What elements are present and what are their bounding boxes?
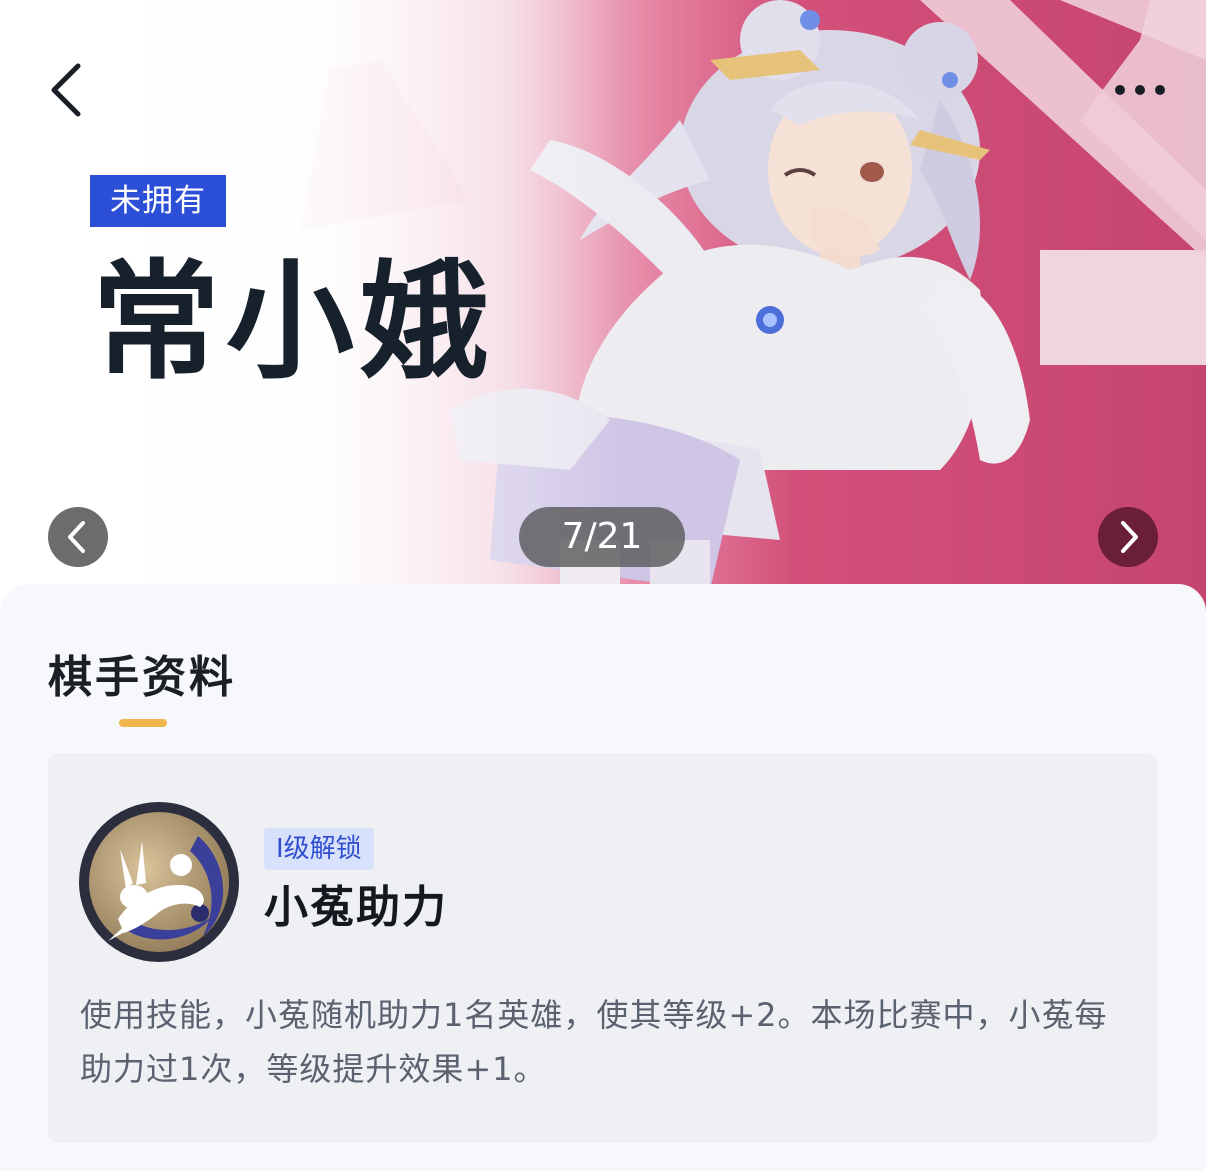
character-detail-page: 未拥有 常小娥 7/21 棋手资料 I级解锁 小菟助力 使用技能，小菟随机助力1… <box>0 0 1206 1171</box>
more-options-button[interactable] <box>1108 74 1172 106</box>
unlock-level-tag: I级解锁 <box>264 828 374 870</box>
page-indicator: 7/21 <box>519 507 685 567</box>
chevron-left-icon <box>68 521 85 553</box>
previous-character-button[interactable] <box>48 507 108 567</box>
next-character-button[interactable] <box>1098 507 1158 567</box>
chevron-left-icon <box>51 63 81 117</box>
skill-icon-container <box>78 801 240 963</box>
rabbit-icon <box>79 802 239 962</box>
back-button[interactable] <box>42 58 98 122</box>
section-title-underline <box>119 719 167 727</box>
skill-description: 使用技能，小菟随机助力1名英雄，使其等级+2。本场比赛中，小菟每助力过1次，等级… <box>80 996 1108 1088</box>
section-title: 棋手资料 <box>48 652 236 703</box>
character-name: 常小娥 <box>92 248 495 397</box>
skill-name: 小菟助力 <box>264 882 448 933</box>
owned-status-badge: 未拥有 <box>90 175 226 227</box>
chevron-right-icon <box>1121 521 1138 553</box>
more-horizontal-icon <box>1115 85 1165 95</box>
hero-banner: 未拥有 常小娥 7/21 <box>0 0 1206 620</box>
